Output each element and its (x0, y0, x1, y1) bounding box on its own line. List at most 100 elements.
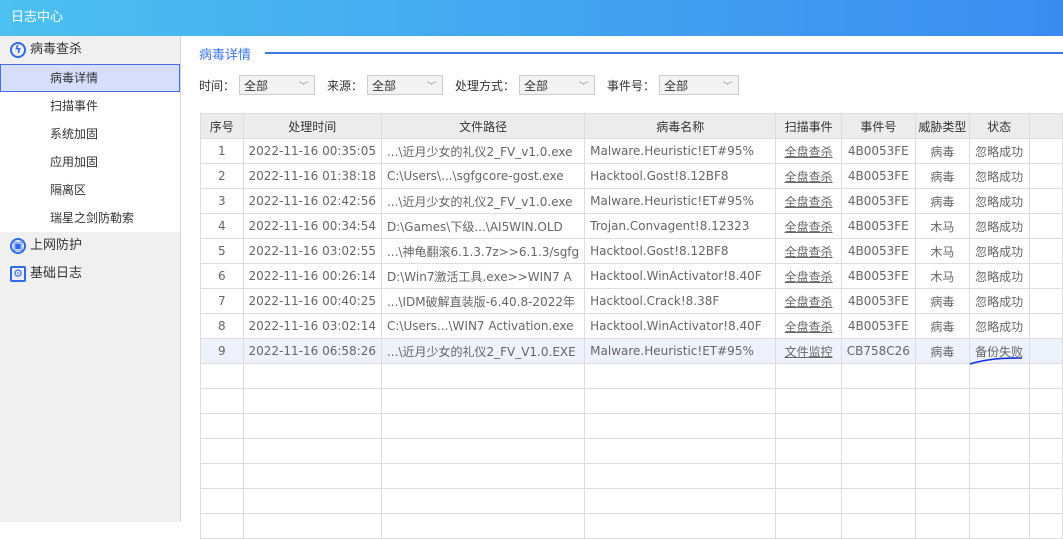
empty-row (200, 488, 1063, 514)
header-filler (1028, 113, 1063, 139)
cell-scan-event (775, 438, 842, 464)
cell-scan-event: 全盘查杀 (775, 313, 842, 339)
cell-index: 2 (200, 163, 244, 189)
cell-path: C:\Users...\WIN7 Activation.exe (380, 313, 586, 339)
sidebar-item-virus-details[interactable]: 病毒详情 (0, 64, 180, 92)
scan-event-link[interactable]: 全盘查杀 (785, 145, 833, 159)
empty-row (200, 413, 1063, 439)
cell-threat-type (914, 363, 970, 389)
cell-threat-type (914, 413, 970, 439)
select-value: 全部 (244, 78, 269, 93)
sidebar-item-system-hardening[interactable]: 系统加固 (0, 120, 180, 148)
header-col-scan-event[interactable]: 扫描事件 (775, 113, 842, 139)
sidebar-group-virus-scan[interactable]: ϟ 病毒查杀 (0, 36, 180, 64)
cell-filler (1028, 488, 1063, 514)
table-row[interactable]: 9 2022-11-16 06:58:26 ...\近月少女的礼仪2_FV_V1.0… (200, 338, 1063, 364)
cell-scan-event (775, 363, 842, 389)
select-value: 全部 (664, 78, 689, 93)
web-shield-icon: ▣ (10, 238, 26, 254)
scan-event-link[interactable]: 全盘查杀 (785, 270, 833, 284)
filter-label: 事件号： (607, 78, 656, 93)
scan-event-link[interactable]: 全盘查杀 (785, 295, 833, 309)
cell-threat-type (914, 388, 970, 414)
cell-time: 2022-11-16 00:35:05 (242, 138, 382, 164)
table-row[interactable]: 8 2022-11-16 03:02:14 C:\Users...\WIN7 Act… (200, 313, 1063, 339)
table-row[interactable]: 4 2022-11-16 00:34:54 D:\Games\下级...\AI5WI… (200, 213, 1063, 239)
cell-event-id: 4B0053FE (840, 288, 916, 314)
select-value: 全部 (524, 78, 549, 93)
cell-scan-event: 全盘查杀 (775, 263, 842, 289)
table-row[interactable]: 1 2022-11-16 00:35:05 ...\近月少女的礼仪2_FV_v1.0… (200, 138, 1063, 164)
empty-row (200, 363, 1063, 389)
time-select[interactable]: 全部 ﹀ (239, 75, 316, 95)
action-select[interactable]: 全部 ﹀ (519, 75, 596, 95)
table-row[interactable]: 5 2022-11-16 03:02:55 ...\神龟翻滚6.1.3.7z>>6.… (200, 238, 1063, 264)
cell-threat-type (914, 488, 970, 514)
chevron-down-icon: ﹀ (579, 81, 589, 92)
scan-event-link[interactable]: 全盘查杀 (785, 195, 833, 209)
header-col-virus-name[interactable]: 病毒名称 (584, 113, 777, 139)
cell-scan-event: 全盘查杀 (775, 288, 842, 314)
header-col-event-id[interactable]: 事件号 (840, 113, 916, 139)
scan-event-link[interactable]: 全盘查杀 (785, 245, 833, 259)
table-row[interactable]: 2 2022-11-16 01:38:18 C:\Users\...\sgfgcor… (200, 163, 1063, 189)
cell-filler (1028, 188, 1063, 214)
cell-status (968, 438, 1030, 464)
cell-index (200, 413, 244, 439)
sidebar-item-app-hardening[interactable]: 应用加固 (0, 148, 180, 176)
section-divider (265, 52, 1063, 54)
cell-event-id: 4B0053FE (840, 138, 916, 164)
document-gear-icon: ⚙ (10, 266, 26, 282)
cell-virus-name: Hacktool.Crack!8.38F (584, 288, 777, 314)
cell-threat-type: 病毒 (914, 138, 970, 164)
scan-event-link[interactable]: 全盘查杀 (785, 320, 833, 334)
cell-path: ...\神龟翻滚6.1.3.7z>>6.1.3/sgfg (380, 238, 586, 264)
scan-event-link[interactable]: 文件监控 (785, 345, 833, 359)
header-col-time[interactable]: 处理时间 (242, 113, 382, 139)
cell-event-id: 4B0053FE (840, 263, 916, 289)
cell-threat-type: 病毒 (914, 188, 970, 214)
table-row[interactable]: 7 2022-11-16 00:40:25 ...\IDM破解直装版-6.40.8-… (200, 288, 1063, 314)
cell-threat-type: 木马 (914, 263, 970, 289)
cell-filler (1028, 438, 1063, 464)
cell-filler (1028, 313, 1063, 339)
cell-time (242, 413, 382, 439)
sidebar-item-ransomware[interactable]: 瑞星之剑防勒索 (0, 204, 180, 232)
table-row[interactable]: 3 2022-11-16 02:42:56 ...\近月少女的礼仪2_FV_v1.0… (200, 188, 1063, 214)
sidebar-item-scan-events[interactable]: 扫描事件 (0, 92, 180, 120)
cell-path: ...\近月少女的礼仪2_FV_V1.0.EXE (380, 338, 586, 364)
cell-status: 忽略成功 (968, 288, 1030, 314)
scan-event-link[interactable]: 全盘查杀 (785, 170, 833, 184)
cell-index (200, 488, 244, 514)
chevron-down-icon: ﹀ (299, 81, 309, 92)
cell-status: 忽略成功 (968, 188, 1030, 214)
header-col-status[interactable]: 状态 (968, 113, 1030, 139)
header-col-threat-type[interactable]: 威胁类型 (914, 113, 970, 139)
cell-time (242, 438, 382, 464)
cell-time: 2022-11-16 00:26:14 (242, 263, 382, 289)
sidebar-item-quarantine[interactable]: 隔离区 (0, 176, 180, 204)
event-id-select[interactable]: 全部 ﹀ (659, 75, 740, 95)
sidebar-group-basic-log[interactable]: ⚙ 基础日志 (0, 260, 180, 288)
cell-filler (1028, 363, 1063, 389)
header-col-path[interactable]: 文件路径 (380, 113, 586, 139)
cell-time (242, 513, 382, 539)
cell-path (380, 513, 586, 539)
cell-time: 2022-11-16 01:38:18 (242, 163, 382, 189)
section-title: 病毒详情 (199, 48, 252, 63)
source-select[interactable]: 全部 ﹀ (367, 75, 444, 95)
cell-filler (1028, 263, 1063, 289)
scan-event-link[interactable]: 全盘查杀 (785, 220, 833, 234)
cell-event-id (840, 413, 916, 439)
cell-filler (1028, 338, 1063, 364)
header-col-index[interactable]: 序号 (200, 113, 244, 139)
sidebar-group-web-protection[interactable]: ▣ 上网防护 (0, 232, 180, 260)
cell-index: 9 (200, 338, 244, 364)
window-title: 日志中心 (0, 0, 1063, 36)
cell-scan-event (775, 413, 842, 439)
table-row[interactable]: 6 2022-11-16 00:26:14 D:\Win7激活工具.exe>>WIN… (200, 263, 1063, 289)
filter-label: 处理方式： (455, 78, 516, 93)
empty-row (200, 388, 1063, 414)
cell-threat-type: 病毒 (914, 313, 970, 339)
cell-status (968, 513, 1030, 539)
